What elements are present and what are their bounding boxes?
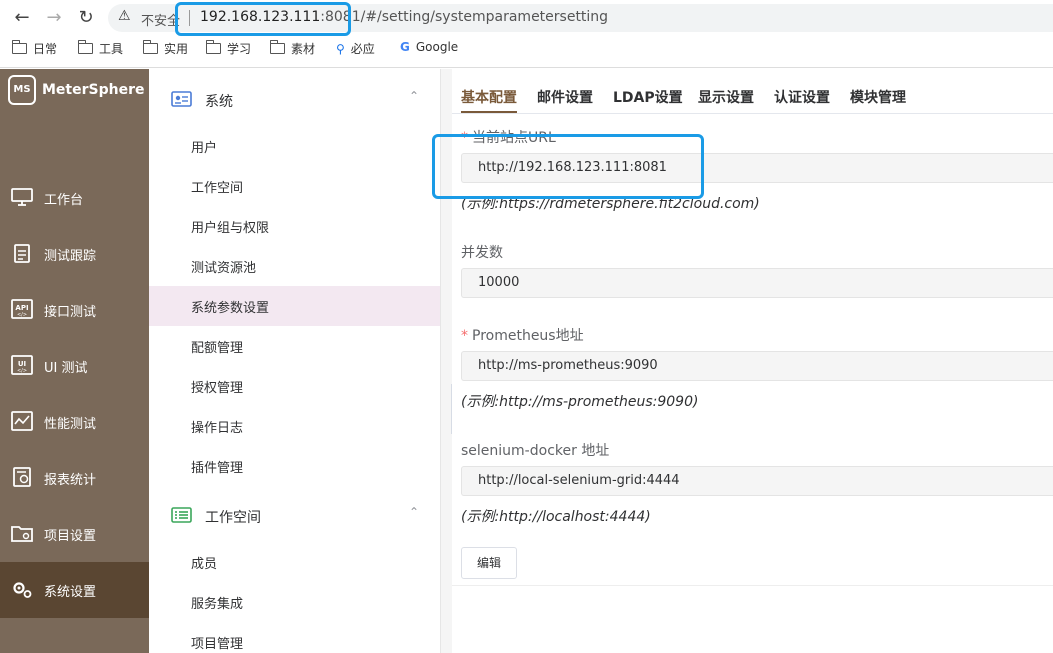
arrow-left-icon[interactable]: ← [10,6,34,30]
sidebar-item-label: 性能测试 [44,417,97,432]
submenu-group-workspace[interactable]: 工作空间 ⌃ [149,487,441,543]
app-logo[interactable]: MS MeterSphere [8,75,144,111]
chevron-up-icon[interactable]: ⌃ [409,89,419,103]
submenu-group-label: 工作空间 [205,510,261,526]
bookmark-folder[interactable]: 工具 [77,40,123,57]
bookmark-folder[interactable]: 实用 [142,40,188,57]
submenu-item-integration[interactable]: 服务集成 [149,582,440,622]
submenu-group-label: 系统 [205,94,233,110]
tab-display[interactable]: 显示设置 [698,87,754,107]
sidebar-item-label: 工作台 [44,193,84,208]
url-path: :8081/#/setting/systemparametersetting [320,9,609,25]
bookmark-bing[interactable]: ⚲ 必应 [336,40,375,57]
submenu-item-resource-pool[interactable]: 测试资源池 [149,246,440,286]
search-icon: ⚲ [336,42,345,56]
app-sidebar: MS MeterSphere 工作台 测试跟踪 API </> 接口测试 UI </>… [0,69,149,653]
submenu-item-user[interactable]: 用户 [149,126,440,166]
concurrency-label: 并发数 [461,245,503,261]
sidebar-item-label: 接口测试 [44,305,97,320]
submenu-group-system[interactable]: 系统 ⌃ [149,71,441,127]
tab-auth[interactable]: 认证设置 [774,87,830,107]
sidebar-item-label: 系统设置 [44,585,97,600]
selenium-hint: (示例:http://localhost:4444) [461,509,651,525]
tab-basic[interactable]: 基本配置 [461,87,517,107]
sidebar-item-system-settings[interactable]: 系统设置 [0,562,149,618]
submenu-item-plugin[interactable]: 插件管理 [149,446,440,486]
submenu-item-workspace[interactable]: 工作空间 [149,166,440,206]
sidebar-item-label: 报表统计 [44,473,97,488]
arrow-right-icon[interactable]: → [42,6,66,30]
active-tab-indicator [461,111,517,113]
submenu-item-usergroup[interactable]: 用户组与权限 [149,206,440,246]
tab-mail[interactable]: 邮件设置 [537,87,593,107]
sidebar-item-test-track[interactable]: 测试跟踪 [0,226,149,282]
bookmark-folder[interactable]: 素材 [269,40,315,57]
chevron-up-icon[interactable]: ⌃ [409,505,419,519]
submenu-item-operation-log[interactable]: 操作日志 [149,406,440,446]
sidebar-item-ui-test[interactable]: UI </> UI 测试 [0,338,149,394]
workspace-list-icon [171,507,192,523]
metersphere-logo-icon: MS [8,75,36,105]
prometheus-input[interactable]: http://ms-prometheus:9090 [461,351,1053,381]
svg-text:API: API [15,304,28,312]
bookmark-folder[interactable]: 学习 [205,40,251,57]
required-mark: * [461,328,468,344]
settings-submenu: 系统 ⌃ 用户 工作空间 用户组与权限 测试资源池 系统参数设置 配额管理 授权… [149,69,441,653]
sidebar-item-label: UI 测试 [44,361,88,376]
performance-chart-icon [11,411,33,431]
app-name: MeterSphere [42,82,145,98]
edit-button[interactable]: 编辑 [461,547,517,579]
concurrency-input[interactable]: 10000 [461,268,1053,298]
folder-icon [77,40,93,54]
report-icon [13,467,31,487]
selenium-input[interactable]: http://local-selenium-grid:4444 [461,466,1053,496]
svg-text:UI: UI [18,360,26,368]
folder-settings-icon [11,526,33,542]
tab-ldap[interactable]: LDAP设置 [613,87,683,107]
selenium-label: selenium-docker 地址 [461,443,610,459]
sidebar-item-workbench[interactable]: 工作台 [0,170,149,226]
ui-test-icon: UI</> [11,355,33,375]
folder-icon [142,40,158,54]
gears-icon [13,582,32,598]
bookmark-google[interactable]: G Google [400,40,458,54]
id-card-icon [171,91,192,107]
bookmark-folder[interactable]: 日常 [11,40,57,57]
submenu-item-quota[interactable]: 配额管理 [149,326,440,366]
submenu-item-project-management[interactable]: 项目管理 [149,622,440,653]
folder-icon [269,40,285,54]
submenu-item-members[interactable]: 成员 [149,542,440,582]
bookmarks-bar: 日常 工具 实用 学习 素材 ⚲ 必应 G Google [0,38,1053,62]
tab-module[interactable]: 模块管理 [850,87,906,107]
prometheus-hint: (示例:http://ms-prometheus:9090) [461,394,699,410]
clipboard-icon [14,244,30,263]
monitor-icon [11,188,33,206]
svg-text:</>: </> [17,368,27,374]
sidebar-item-api-test[interactable]: API </> 接口测试 [0,282,149,338]
folder-icon [11,40,27,54]
submenu-item-system-parameters[interactable]: 系统参数设置 [149,286,440,326]
prometheus-label: * Prometheus地址 [461,328,584,344]
submenu-item-license[interactable]: 授权管理 [149,366,440,406]
sidebar-item-performance-test[interactable]: 性能测试 [0,394,149,450]
svg-text:</>: </> [17,312,27,318]
browser-chrome: ← → ↻ ⚠ 不安全 192.168.123.111:8081/#/setti… [0,0,1053,68]
site-url-highlight-box [432,134,704,199]
api-icon: API</> [11,299,33,319]
sidebar-item-label: 项目设置 [44,529,97,544]
sidebar-item-project-settings[interactable]: 项目设置 [0,506,149,562]
google-icon: G [400,40,410,54]
settings-tabs: 基本配置 邮件设置 LDAP设置 显示设置 认证设置 模块管理 [452,69,1053,114]
url-highlight-box [175,2,351,36]
sidebar-item-label: 测试跟踪 [44,249,97,264]
warning-icon: ⚠ [118,8,131,24]
folder-icon [205,40,221,54]
reload-icon[interactable]: ↻ [74,6,98,30]
sidebar-item-report[interactable]: 报表统计 [0,450,149,506]
